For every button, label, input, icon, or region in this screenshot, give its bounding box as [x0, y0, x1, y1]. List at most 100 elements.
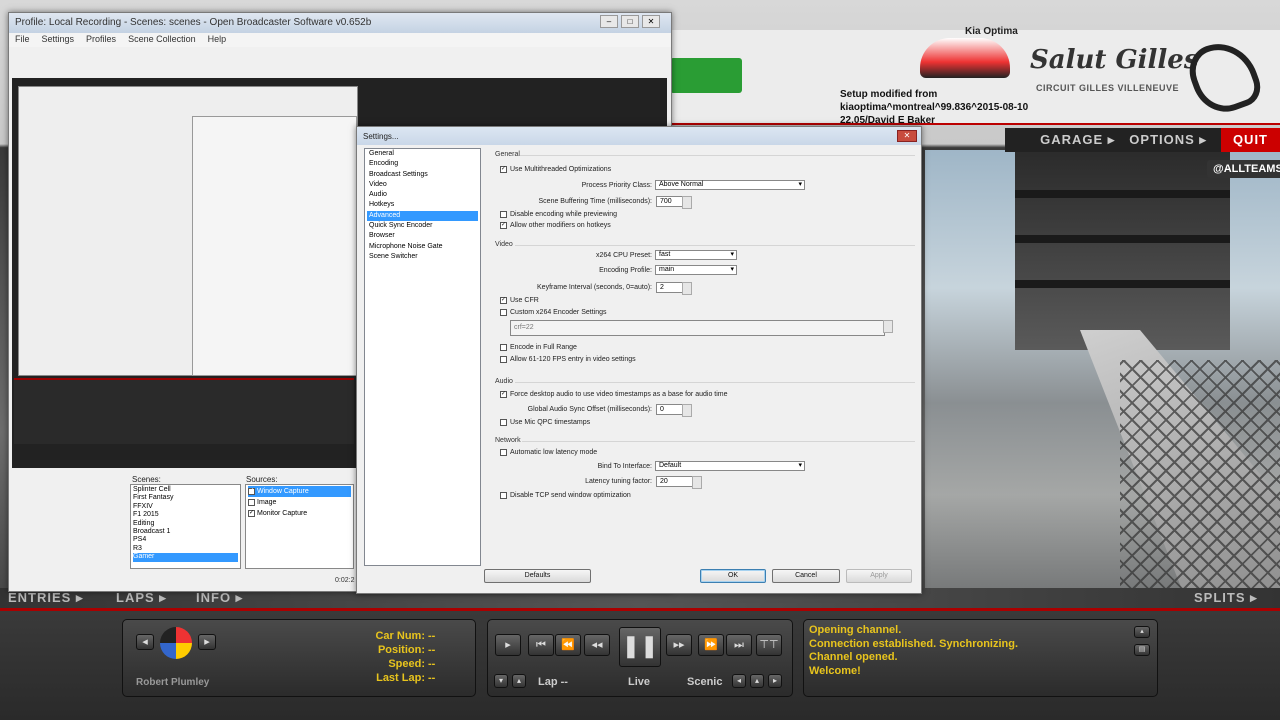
checkbox-icon[interactable]: ✓: [248, 510, 255, 517]
nav-scene-switcher[interactable]: Scene Switcher: [367, 252, 478, 262]
checkbox-icon[interactable]: ✓: [500, 297, 507, 304]
close-icon[interactable]: ✕: [897, 130, 917, 142]
prev-driver-button[interactable]: ◂: [136, 634, 154, 650]
checkbox-icon[interactable]: ✓: [500, 222, 507, 229]
lap-down-button[interactable]: ▾: [494, 674, 508, 688]
checkbox-icon[interactable]: [500, 211, 507, 218]
allow-modifiers-checkbox[interactable]: ✓ Allow other modifiers on hotkeys: [500, 222, 611, 229]
camera-icon[interactable]: ⊤⊤: [756, 634, 782, 656]
entries-tab[interactable]: ENTRIES ▸: [8, 590, 83, 606]
nav-encoding[interactable]: Encoding: [367, 159, 478, 169]
source-item[interactable]: Image: [248, 497, 351, 508]
nav-video[interactable]: Video: [367, 180, 478, 190]
bind-interface-select[interactable]: Default: [655, 461, 805, 471]
scene-item[interactable]: Editing: [133, 520, 238, 528]
scene-item[interactable]: First Fantasy: [133, 494, 238, 502]
apply-button[interactable]: Apply: [846, 569, 912, 583]
splits-tab[interactable]: SPLITS ▸: [1194, 590, 1258, 606]
sources-list[interactable]: ✓ Window Capture Image ✓ Monitor Capture: [245, 484, 354, 569]
buffering-input[interactable]: 700: [656, 196, 692, 209]
scene-item[interactable]: PS4: [133, 536, 238, 544]
source-item[interactable]: ✓ Monitor Capture: [248, 508, 351, 519]
nav-quick-sync[interactable]: Quick Sync Encoder: [367, 221, 478, 231]
nav-advanced[interactable]: Advanced: [367, 210, 478, 222]
checkbox-icon[interactable]: [500, 309, 507, 316]
message-settings-icon[interactable]: ▤: [1134, 644, 1150, 656]
menu-profiles[interactable]: Profiles: [86, 34, 116, 46]
latency-factor-input[interactable]: 20: [656, 476, 702, 489]
skip-back-icon[interactable]: ⏮: [528, 634, 554, 656]
menu-help[interactable]: Help: [208, 34, 227, 46]
multithreaded-checkbox[interactable]: ✓ Use Multithreaded Optimizations: [500, 166, 611, 173]
scene-item-selected[interactable]: Gamer: [133, 553, 238, 562]
skip-forward-icon[interactable]: ⏭: [726, 634, 752, 656]
scenes-list[interactable]: Splinter Cell First Fantasy FFXIV F1 201…: [130, 484, 241, 569]
cancel-button[interactable]: Cancel: [772, 569, 840, 583]
camera-up-button[interactable]: ▴: [750, 674, 764, 688]
keyframe-input[interactable]: 2: [656, 282, 692, 295]
checkbox-icon[interactable]: [500, 449, 507, 456]
play-back-button[interactable]: ▸: [495, 634, 521, 656]
tcp-optimization-checkbox[interactable]: Disable TCP send window optimization: [500, 492, 631, 499]
nav-hotkeys[interactable]: Hotkeys: [367, 200, 478, 210]
checkbox-icon[interactable]: [500, 356, 507, 363]
defaults-button[interactable]: Defaults: [484, 569, 591, 583]
custom-x264-checkbox[interactable]: Custom x264 Encoder Settings: [500, 309, 607, 316]
ok-button[interactable]: OK: [700, 569, 766, 583]
full-range-checkbox[interactable]: Encode in Full Range: [500, 344, 577, 351]
priority-select[interactable]: Above Normal: [655, 180, 805, 190]
checkbox-icon[interactable]: [500, 419, 507, 426]
profile-select[interactable]: main: [655, 265, 737, 275]
minimize-icon[interactable]: –: [600, 15, 618, 28]
garage-button[interactable]: GARAGE ▸: [1040, 132, 1115, 148]
maximize-icon[interactable]: □: [621, 15, 639, 28]
quit-button[interactable]: QUIT: [1220, 128, 1280, 152]
source-item[interactable]: ✓ Window Capture: [248, 486, 351, 497]
close-icon[interactable]: ✕: [642, 15, 660, 28]
scene-item[interactable]: FFXIV: [133, 503, 238, 511]
camera-prev-button[interactable]: ◂: [732, 674, 746, 688]
disable-encoding-checkbox[interactable]: Disable encoding while previewing: [500, 211, 617, 218]
team-badge[interactable]: @ALLTEAMS: [1207, 160, 1280, 178]
force-desktop-checkbox[interactable]: ✓ Force desktop audio to use video timest…: [500, 391, 728, 398]
preset-select[interactable]: fast: [655, 250, 737, 260]
fast-forward-icon[interactable]: ▸▸: [666, 634, 692, 656]
rewind-icon[interactable]: ◂◂: [584, 634, 610, 656]
checkbox-icon[interactable]: [500, 492, 507, 499]
scene-item[interactable]: Splinter Cell: [133, 486, 238, 494]
scene-item[interactable]: R3: [133, 545, 238, 553]
low-latency-checkbox[interactable]: Automatic low latency mode: [500, 449, 597, 456]
menu-settings[interactable]: Settings: [42, 34, 75, 46]
nav-general[interactable]: General: [367, 149, 478, 159]
checkbox-icon[interactable]: [248, 499, 255, 506]
nav-audio[interactable]: Audio: [367, 190, 478, 200]
checkbox-icon[interactable]: ✓: [500, 166, 507, 173]
nav-noise-gate[interactable]: Microphone Noise Gate: [367, 242, 478, 252]
step-forward-icon[interactable]: ⏩: [698, 634, 724, 656]
qpc-checkbox[interactable]: Use Mic QPC timestamps: [500, 419, 590, 426]
step-back-icon[interactable]: ⏪: [555, 634, 581, 656]
menu-file[interactable]: File: [15, 34, 30, 46]
lap-up-button[interactable]: ▴: [512, 674, 526, 688]
checkbox-icon[interactable]: [500, 344, 507, 351]
live-label[interactable]: Live: [628, 676, 650, 688]
checkbox-icon[interactable]: ✓: [248, 488, 255, 495]
next-driver-button[interactable]: ▸: [198, 634, 216, 650]
checkbox-icon[interactable]: ✓: [500, 391, 507, 398]
custom-x264-input[interactable]: crf=22: [510, 320, 893, 336]
nav-broadcast-settings[interactable]: Broadcast Settings: [367, 170, 478, 180]
sync-offset-input[interactable]: 0: [656, 404, 692, 417]
scene-item[interactable]: F1 2015: [133, 511, 238, 519]
scene-item[interactable]: Broadcast 1: [133, 528, 238, 536]
info-tab[interactable]: INFO ▸: [196, 590, 243, 606]
message-scroll-up[interactable]: ▴: [1134, 626, 1150, 638]
menu-scene-collection[interactable]: Scene Collection: [128, 34, 196, 46]
green-drive-button[interactable]: [670, 58, 742, 93]
laps-tab[interactable]: LAPS ▸: [116, 590, 167, 606]
options-button[interactable]: OPTIONS ▸: [1129, 132, 1207, 148]
nav-browser[interactable]: Browser: [367, 231, 478, 241]
allow-fps-checkbox[interactable]: Allow 61-120 FPS entry in video settings: [500, 356, 636, 363]
use-cfr-checkbox[interactable]: ✓ Use CFR: [500, 297, 539, 304]
camera-next-button[interactable]: ▸: [768, 674, 782, 688]
pause-icon[interactable]: ❚❚: [619, 627, 661, 667]
